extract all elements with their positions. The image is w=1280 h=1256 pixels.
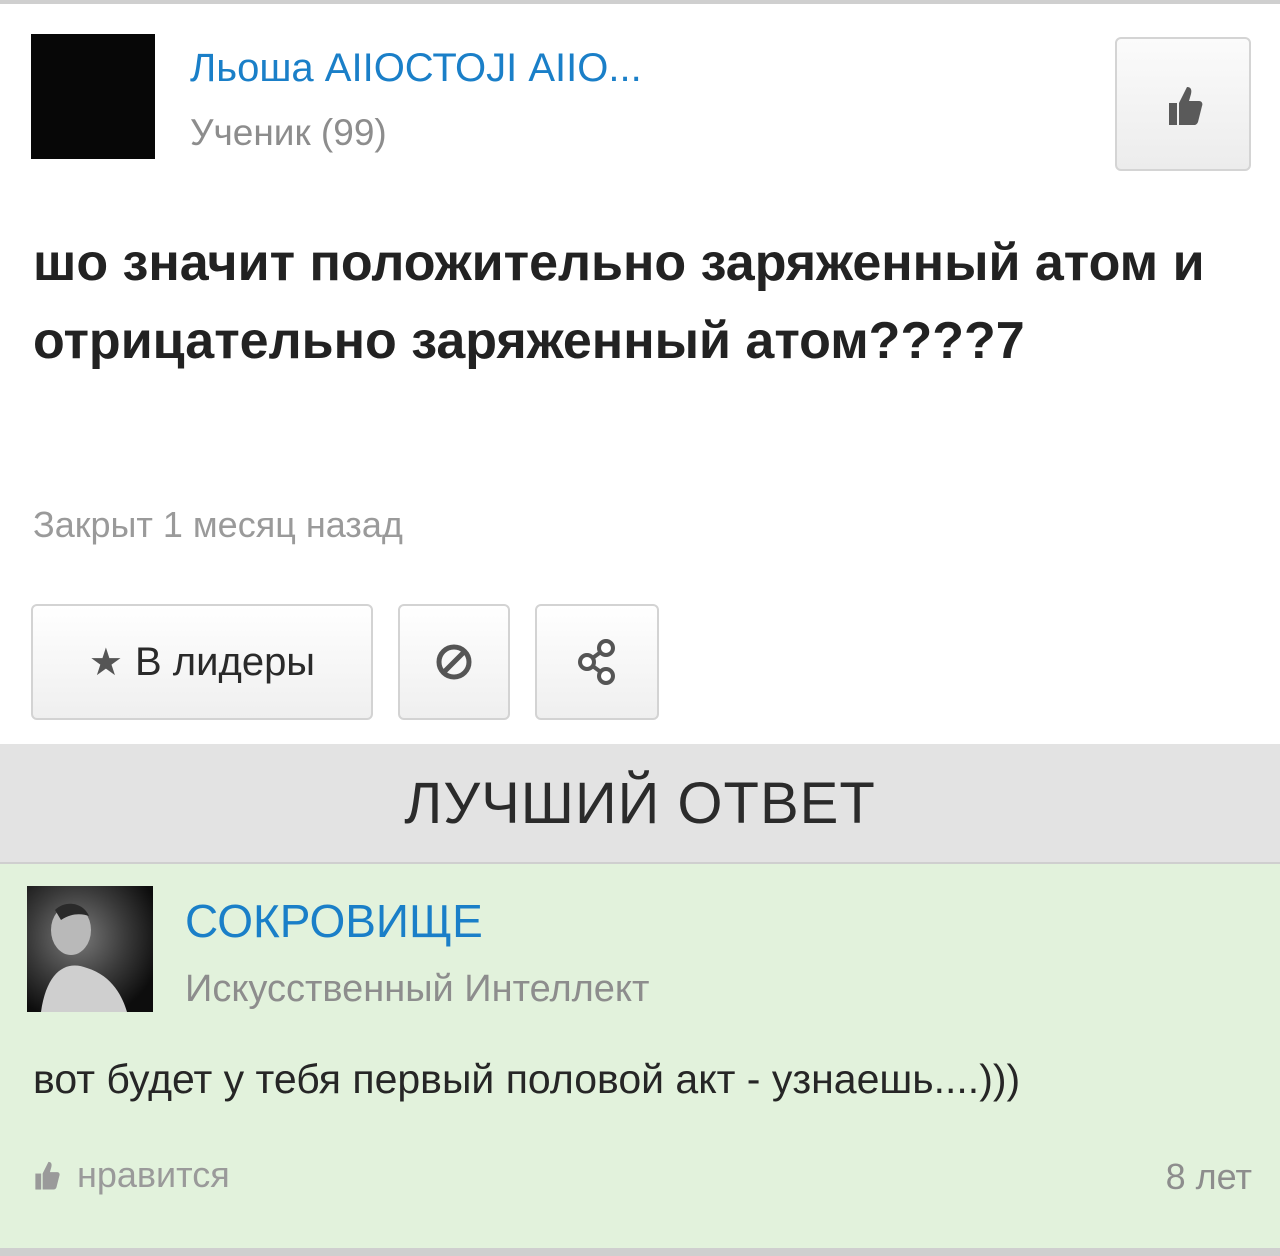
answer-like-button[interactable]: нравится	[33, 1154, 230, 1196]
question-status: Закрыт 1 месяц назад	[33, 504, 403, 545]
bottom-divider	[0, 1248, 1280, 1256]
best-answer-header: ЛУЧШИЙ ОТВЕТ	[0, 744, 1280, 864]
share-button[interactable]	[535, 604, 659, 720]
question-title: шо значит положительно заряженный атом и…	[33, 234, 1205, 370]
question-author-rank: Ученик (99)	[190, 112, 387, 153]
answer-author-name[interactable]: СОКРОВИЩЕ	[185, 894, 483, 948]
thumbs-up-icon	[1169, 87, 1203, 125]
question-like-button[interactable]	[1115, 37, 1251, 171]
answer-age: 8 лет	[1165, 1156, 1252, 1197]
block-icon	[436, 644, 472, 680]
share-icon	[578, 639, 615, 685]
question-author-name[interactable]: Льоша АIIОСТОJI АIIО...	[190, 46, 642, 91]
add-to-leaders-button[interactable]: ★ В лидеры	[31, 604, 373, 720]
best-answer-card: СОКРОВИЩЕ Искусственный Интеллект вот бу…	[0, 864, 1280, 1248]
add-to-leaders-label: В лидеры	[135, 639, 316, 684]
star-icon: ★	[88, 641, 123, 684]
question-author-avatar[interactable]	[31, 34, 155, 159]
answer-author-rank: Искусственный Интеллект	[185, 968, 650, 1010]
answer-author-avatar[interactable]	[27, 886, 153, 1012]
answer-text: вот будет у тебя первый половой акт - уз…	[33, 1056, 1021, 1102]
avatar-photo	[41, 903, 127, 1012]
report-button[interactable]	[398, 604, 510, 720]
best-answer-heading: ЛУЧШИЙ ОТВЕТ	[404, 770, 876, 836]
question-card: Льоша АIIОСТОJI АIIО... Ученик (99) шо з…	[0, 4, 1280, 744]
thumbs-up-icon	[35, 1161, 60, 1190]
answer-like-label: нравится	[77, 1154, 230, 1195]
